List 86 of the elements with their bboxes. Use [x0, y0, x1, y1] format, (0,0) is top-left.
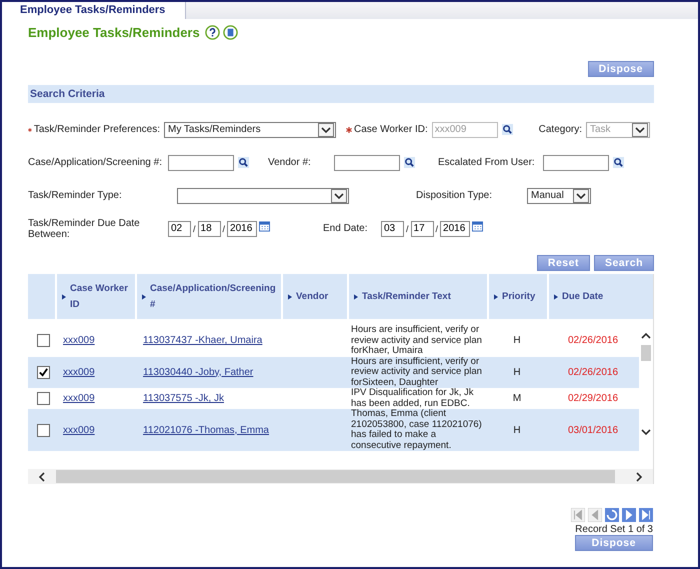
date-part-field[interactable]: 2016 — [227, 220, 258, 236]
help-icon[interactable] — [204, 25, 220, 40]
chevron-down-icon[interactable] — [331, 188, 347, 202]
sort-triangle-icon[interactable] — [554, 294, 558, 300]
text-field[interactable] — [168, 154, 234, 170]
table-cell: IPV Disqualification for Jk, Jk has been added, run EDBC. — [351, 387, 474, 408]
column-header[interactable]: Case/Application/Screening # — [150, 280, 281, 312]
table-cell: Hours are insufficient, verify or review activity and service plan forSixteen, Daughter — [351, 356, 482, 388]
sort-triangle-icon[interactable] — [288, 294, 292, 300]
sort-triangle-icon[interactable] — [62, 294, 66, 300]
table-cell: 03/01/2016 — [568, 424, 618, 436]
field-label: Case Worker ID: — [346, 124, 428, 135]
case-worker-link[interactable]: xxx009 — [63, 335, 95, 346]
sort-triangle-icon[interactable] — [494, 294, 498, 300]
date-part-field[interactable]: 02 — [168, 220, 191, 236]
scrollbar-thumb[interactable] — [641, 345, 651, 361]
row-checkbox[interactable] — [37, 424, 50, 436]
case-link[interactable]: 113030440 -Joby, Father — [143, 366, 254, 378]
sort-triangle-icon[interactable] — [142, 294, 146, 300]
field-label: Task/Reminder Due Date Between: — [28, 218, 141, 240]
field-label: Escalated From User: — [438, 157, 536, 168]
field-label: Category: — [538, 124, 582, 135]
dropdown[interactable]: Manual — [527, 188, 591, 204]
date-separator: / — [222, 224, 226, 234]
search-icon[interactable] — [502, 124, 513, 135]
field-label: Case/Application/Screening #: — [28, 157, 163, 168]
sort-triangle-icon[interactable] — [354, 294, 358, 300]
field-label: Task/Reminder Preferences: — [28, 124, 160, 135]
table-cell: 02/26/2016 — [568, 366, 618, 378]
search-icon[interactable] — [404, 157, 415, 168]
case-link[interactable]: 112021076 -Thomas, Emma — [143, 424, 269, 436]
column-header[interactable]: Vendor — [296, 288, 328, 304]
date-separator: / — [193, 224, 196, 234]
scrollbar-thumb[interactable] — [56, 470, 615, 483]
case-link[interactable]: 113037437 -Khaer, Umaira — [143, 335, 262, 346]
row-checkbox[interactable] — [37, 392, 50, 405]
required-icon — [346, 126, 352, 132]
date-separator: / — [406, 224, 409, 234]
section-title: Search Criteria — [30, 88, 105, 100]
field-label: End Date: — [323, 223, 368, 234]
column-header[interactable]: Task/Reminder Text — [362, 288, 451, 304]
dropdown[interactable]: My Tasks/Reminders — [164, 122, 336, 138]
column-header[interactable]: Due Date — [562, 288, 604, 304]
chevron-down-icon[interactable] — [318, 122, 334, 136]
scroll-up-icon[interactable] — [640, 331, 652, 341]
document-icon[interactable] — [222, 25, 238, 40]
field-label: Vendor #: — [268, 157, 312, 168]
date-part-field[interactable]: 03 — [381, 220, 404, 236]
case-link[interactable]: 113037575 -Jk, Jk — [143, 393, 224, 404]
column-header[interactable]: Priority — [502, 288, 536, 304]
date-part-field[interactable]: 2016 — [440, 220, 470, 236]
table-cell: 02/26/2016 — [568, 335, 618, 346]
required-icon — [28, 126, 32, 132]
case-worker-link[interactable]: xxx009 — [63, 424, 95, 436]
dropdown[interactable] — [177, 188, 349, 204]
table-cell: Thomas, Emma (client 2102053800, case 112021076) has failed to make a consecutive repayment. — [351, 408, 482, 450]
table-cell: Hours are insufficient, verify or review activity and service plan forKhaer, Umaira — [351, 324, 482, 356]
column-header[interactable]: Case Worker ID — [70, 280, 135, 312]
text-field[interactable] — [543, 154, 609, 170]
scroll-down-icon[interactable] — [640, 427, 652, 437]
table-cell: M — [512, 393, 522, 404]
chevron-down-icon[interactable] — [573, 188, 589, 202]
table-cell: H — [513, 424, 521, 436]
field-label: Disposition Type: — [416, 190, 493, 201]
table-cell: 02/29/2016 — [568, 393, 618, 404]
record-set-label: Record Set 1 of 3 — [575, 524, 653, 535]
page-title: Employee Tasks/Reminders — [28, 25, 200, 40]
search-icon[interactable] — [613, 157, 624, 168]
date-part-field[interactable]: 17 — [410, 220, 434, 236]
refresh-icon[interactable] — [605, 508, 619, 522]
date-separator: / — [436, 224, 438, 234]
date-part-field[interactable]: 18 — [198, 220, 221, 236]
page-tab[interactable]: Employee Tasks/Reminders — [2, 2, 186, 19]
last-page-icon[interactable] — [639, 508, 653, 522]
text-field[interactable] — [334, 154, 400, 170]
calendar-icon[interactable] — [259, 220, 270, 232]
row-checkbox[interactable] — [37, 334, 50, 348]
table-cell: H — [513, 335, 521, 346]
table-cell: H — [513, 366, 521, 378]
row-checkbox[interactable] — [37, 366, 50, 379]
case-worker-link[interactable]: xxx009 — [63, 393, 95, 404]
field-label: Task/Reminder Type: — [28, 190, 123, 201]
calendar-icon[interactable] — [472, 220, 484, 232]
search-icon[interactable] — [238, 157, 249, 168]
next-page-icon[interactable] — [622, 508, 636, 522]
case-worker-link[interactable]: xxx009 — [63, 366, 95, 378]
